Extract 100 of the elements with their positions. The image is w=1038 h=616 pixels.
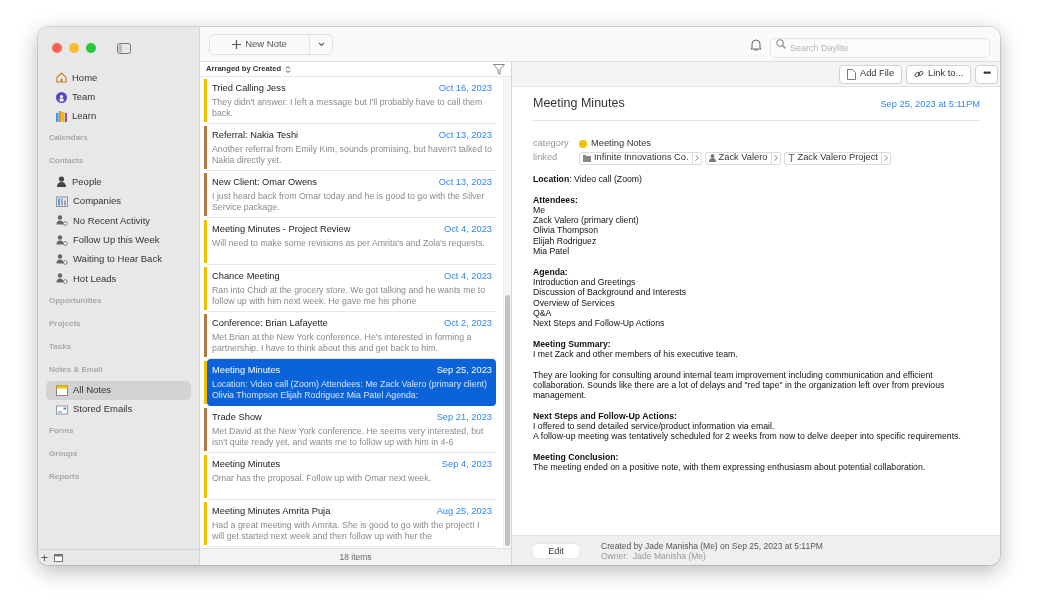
category-value: Meeting Notes <box>591 137 651 151</box>
note-preview: Ran into Chidi at the grocery store. We got talking and he wants me to follow up with him next week. He gave me his phone <box>212 285 487 307</box>
sidebar-item[interactable]: People <box>46 172 191 192</box>
linked-item[interactable]: Zack Valero <box>704 151 781 165</box>
minimize-button[interactable] <box>69 43 79 53</box>
edit-button[interactable]: Edit <box>533 543 579 558</box>
person-icon <box>708 154 716 163</box>
note-preview: Met Brian at the New York conference. He's interested in forming a partnership. I have to think about this and get back to him. <box>212 332 473 354</box>
sidebar-item[interactable]: Companies <box>46 191 191 211</box>
search-field[interactable]: Search Daylite <box>770 38 990 58</box>
person-badge-icon <box>56 273 68 285</box>
note-date: Sep 25, 2023 <box>436 364 492 377</box>
note-item[interactable]: Meeting Minutes Sep 25, 2023 Location: Video call (Zoom) Attendees: Me Zack Valero (primary client) Olivia Thompson Elijah Rodriguez Mia Patel Agenda: <box>207 359 496 406</box>
linked-item[interactable]: Zack Valero Project <box>783 151 891 165</box>
note-item[interactable]: Trade Show Sep 21, 2023 Met David at the New York conference. He seems very interested, but isn't quite ready yet, and wants me to follow up with him in 4-6 <box>207 406 496 453</box>
note-item[interactable]: Meeting Minutes - Project Review Oct 4, 2023 Will need to make some revisions as per Amrita's and Zola's requests. <box>207 218 496 265</box>
sidebar-item[interactable]: Home <box>46 68 191 88</box>
toolbar-button[interactable]: Link to... <box>906 64 972 84</box>
note-date: Oct 13, 2023 <box>438 129 492 142</box>
note-date: Oct 16, 2023 <box>438 82 492 95</box>
project-icon <box>787 154 795 163</box>
group-icon <box>56 91 67 103</box>
note-title: Meeting Minutes <box>212 364 281 377</box>
note-text: Overview of Services <box>533 297 616 308</box>
note-item[interactable]: Meeting Minutes Amrita Puja Aug 25, 2023 Had a great meeting with Amrita. She is good to go with the project! I will get started next week and then follow up with her the <box>207 500 496 547</box>
note-text: Location: Video call (Zoom) <box>533 173 643 185</box>
owner-info: Owner: Jade Manisha (Me) <box>601 550 706 561</box>
note-title: Chance Meeting <box>212 270 280 283</box>
note-item[interactable]: Referral: Nakia Teshi Oct 13, 2023 Another referral from Emily Kim, sounds promising, but haven't talked to Nakia directly yet. <box>207 124 496 171</box>
person-badge-icon <box>56 234 68 246</box>
note-text: The meeting ended on a positive note, with them expressing enthusiasm about potential collaboration. <box>533 462 927 473</box>
books-icon <box>56 110 67 122</box>
note-item[interactable]: Chance Meeting Oct 4, 2023 Ran into Chidi at the grocery store. We got talking and he wants me to follow up with him next week. He gave me his phone <box>207 265 496 312</box>
field-label: category <box>533 137 570 151</box>
sidebar-toggle-icon[interactable] <box>117 42 131 54</box>
note-text: Q&A <box>533 307 553 319</box>
section-heading: Attendees: <box>533 194 579 205</box>
section-heading: Agenda: <box>533 266 569 277</box>
email-icon <box>56 404 68 415</box>
note-preview: Met David at the New York conference. He seems very interested, but isn't quite ready yet, and wants me to follow up with him in 4-6 <box>212 426 485 448</box>
sidebar-item[interactable]: All Notes <box>46 380 191 400</box>
toolbar-button[interactable]: Add File <box>839 64 903 84</box>
note-text: Zack Valero (primary client) <box>533 215 640 226</box>
note-title: Meeting Minutes <box>212 458 281 471</box>
window-icon[interactable] <box>54 553 63 562</box>
note-text: Discussion of Background and Interests <box>533 287 688 298</box>
note-date: Sep 4, 2023 <box>441 458 492 471</box>
note-title: Meeting Minutes Amrita Puja <box>212 505 331 518</box>
section-heading: Calendars <box>48 132 89 145</box>
note-text: A follow-up meeting was tentatively scheduled for 2 weeks from now to delve deeper into specific requirements. <box>533 431 962 442</box>
add-button[interactable]: + <box>41 548 48 565</box>
note-text: Elijah Rodriguez <box>533 235 598 246</box>
note-title: Tried Calling Jess <box>212 82 286 95</box>
section-heading: Projects <box>48 317 82 330</box>
field-label: linked <box>533 151 559 165</box>
chevron-right-icon <box>694 155 699 162</box>
note-timestamp: Sep 25, 2023 at 5:11PM <box>880 98 980 111</box>
note-preview: Location: Video call (Zoom) Attendees: Me Zack Valero (primary client) Olivia Thompson Elijah Rodriguez Mia Patel Agenda: <box>212 379 488 401</box>
sort-icon <box>285 64 292 74</box>
section-heading: Meeting Conclusion: <box>533 451 620 463</box>
section-heading: Groups <box>48 448 79 461</box>
chevron-right-icon <box>883 155 888 162</box>
note-text: Olivia Thompson <box>533 225 600 236</box>
folder-icon <box>583 154 591 162</box>
search-icon <box>776 39 786 49</box>
note-preview: I just heard back from Omar today and he is good to go with the Silver Service package. <box>212 191 486 213</box>
person-badge-icon <box>56 253 68 265</box>
linked-item[interactable]: Infinite Innovations Co. <box>579 151 702 165</box>
scrollbar[interactable] <box>503 77 511 548</box>
sidebar-item[interactable]: No Recent Activity <box>46 210 191 231</box>
note-date: Oct 4, 2023 <box>443 270 492 283</box>
note-preview: Will need to make some revisions as per Amrita's and Zola's requests. <box>212 238 486 249</box>
sidebar-item[interactable]: Learn <box>46 106 191 127</box>
bell-icon[interactable] <box>750 37 762 51</box>
toolbar-button[interactable]: ••• <box>975 64 998 84</box>
note-preview: Had a great meeting with Amrita. She is good to go with the project! I will get started next week and then follow up with her the <box>212 520 481 542</box>
sidebar-item[interactable]: Stored Emails <box>46 399 191 420</box>
note-text: Me <box>533 204 547 216</box>
section-heading: Forms <box>48 425 75 438</box>
note-title: New Client: Omar Owens <box>212 176 317 189</box>
note-date: Oct 2, 2023 <box>443 317 492 330</box>
note-icon <box>56 384 68 396</box>
zoom-button[interactable] <box>86 43 96 53</box>
note-heading: Meeting Minutes <box>533 96 625 111</box>
note-item[interactable]: Meeting Minutes Sep 4, 2023 Omar has the proposal. Follow up with Omar next week. <box>207 453 496 500</box>
section-heading: Opportunities <box>48 294 103 307</box>
section-heading: Reports <box>48 471 81 484</box>
section-heading: Contacts <box>48 155 85 168</box>
note-item[interactable]: New Client: Omar Owens Oct 13, 2023 I just heard back from Omar today and he is good to go with the Silver Service package. <box>207 171 496 218</box>
note-preview: Omar has the proposal. Follow up with Omar next week. <box>212 473 433 484</box>
close-button[interactable] <box>52 43 62 53</box>
person-badge-icon <box>56 215 68 227</box>
note-text: Introduction and Greetings <box>533 276 637 288</box>
filter-icon[interactable] <box>493 63 505 75</box>
sidebar-item[interactable]: Team <box>46 87 191 107</box>
sidebar-item[interactable]: Waiting to Hear Back <box>46 249 191 270</box>
sidebar-item[interactable]: Hot Leads <box>46 269 191 289</box>
note-item[interactable]: Tried Calling Jess Oct 16, 2023 They didn't answer. I left a message but I'll probably have to call them back. <box>207 77 496 124</box>
sidebar-item[interactable]: Follow Up this Week <box>46 230 191 250</box>
note-title: Trade Show <box>212 411 262 424</box>
